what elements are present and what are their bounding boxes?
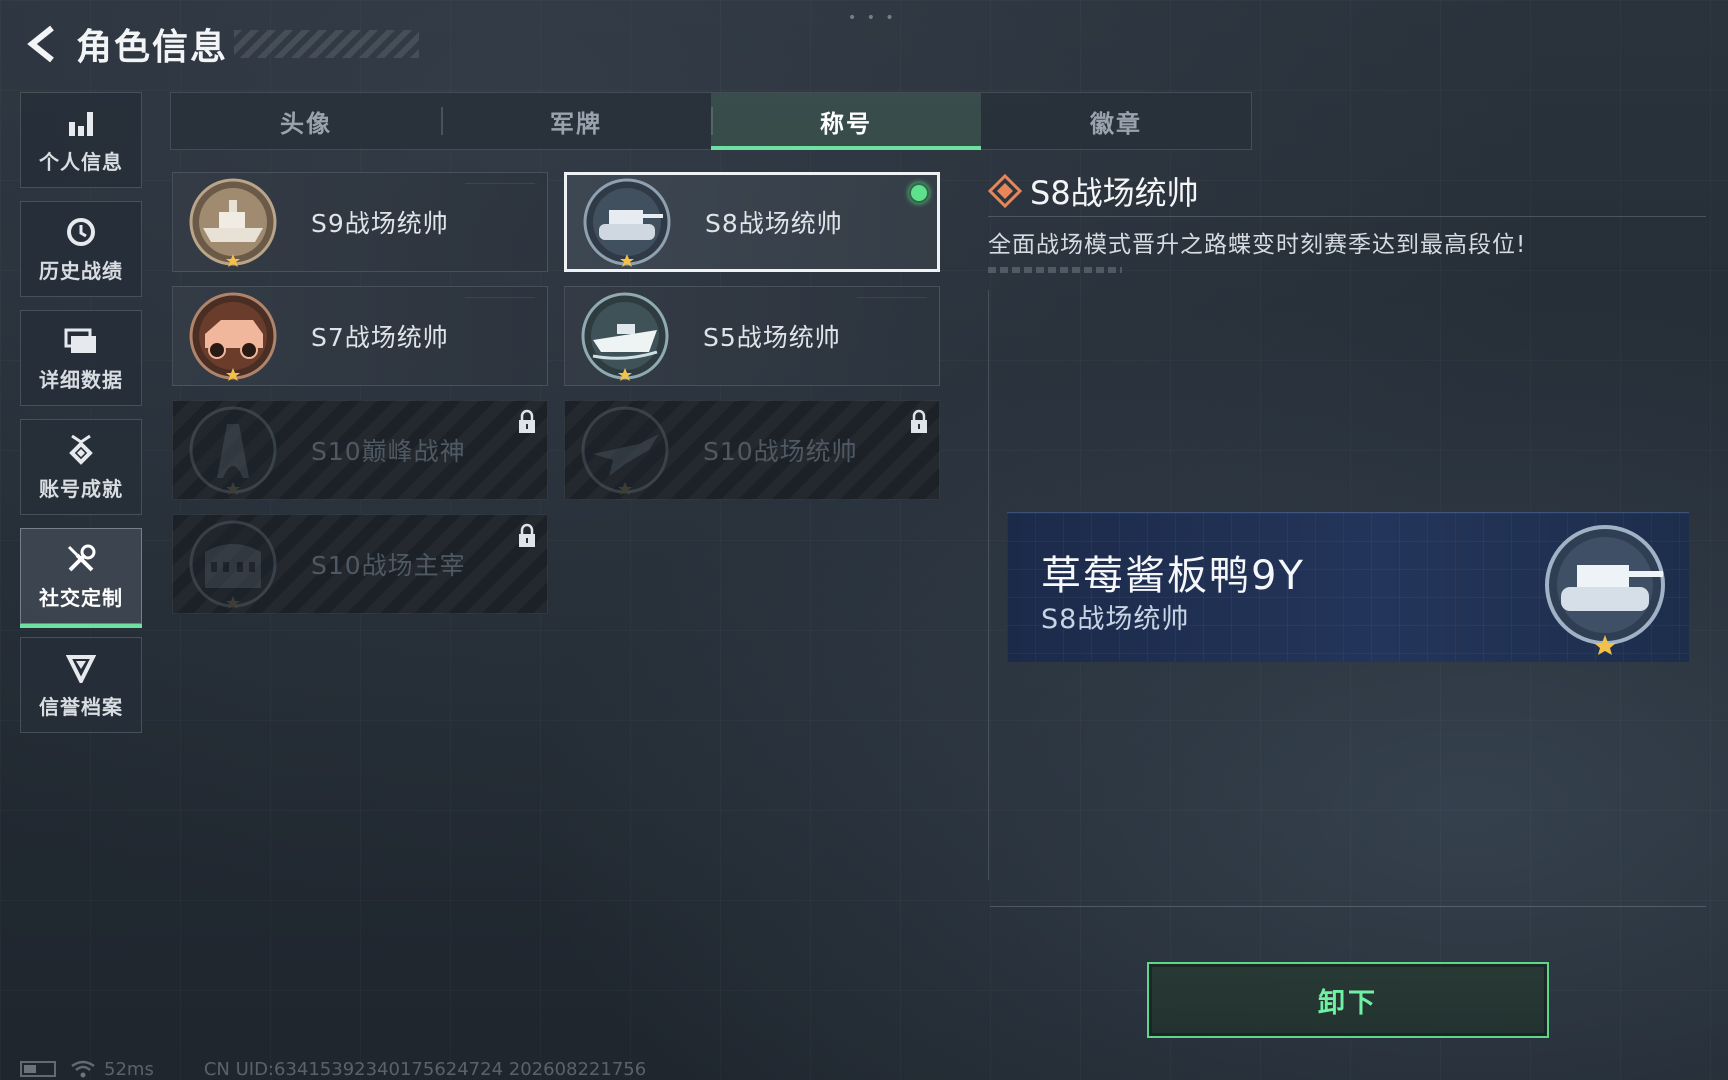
bar-chart-icon — [64, 106, 98, 140]
top-handle-dots: • • • — [848, 10, 897, 26]
sidebar: 个人信息 历史战绩 详细数据 账号成就 社交定制 信誉档案 — [20, 92, 144, 746]
title-detail-panel: S8战场统帅 全面战场模式晋升之路蝶变时刻赛季达到最高段位! — [988, 168, 1708, 273]
title-name: S7战场统帅 — [311, 323, 449, 352]
uid-text: CN UID:634153923401756247​24 20260822175… — [203, 1058, 647, 1080]
tab-title[interactable]: 称号 — [711, 93, 981, 150]
nameplate-title: S8战场统帅 — [1041, 604, 1190, 635]
lock-icon — [519, 523, 535, 547]
clock-icon — [64, 215, 98, 249]
player-name: 草莓酱板鸭9Y — [1041, 553, 1305, 599]
tank-emblem-icon — [583, 178, 671, 267]
colosseum-emblem-icon — [189, 520, 277, 609]
jet-emblem-icon — [581, 406, 669, 495]
ping-value: 52ms — [104, 1058, 154, 1080]
nameplate-preview: 草莓酱板鸭9Y S8战场统帅 — [1007, 512, 1689, 662]
bottom-divider — [990, 906, 1706, 907]
armored-car-emblem-icon — [189, 292, 277, 381]
header: 角色信息 — [20, 18, 420, 70]
unequip-label: 卸下 — [1318, 987, 1378, 1019]
title-name: S10战场统帅 — [703, 437, 858, 466]
sidebar-item-personal-info[interactable]: 个人信息 — [20, 92, 142, 188]
tab-dogtag[interactable]: 军牌 — [441, 93, 711, 149]
title-decoration — [234, 30, 420, 58]
preview-bracket — [988, 290, 1002, 880]
back-button[interactable] — [20, 22, 64, 66]
tower-emblem-icon — [189, 406, 277, 495]
sidebar-item-achievements[interactable]: 账号成就 — [20, 419, 142, 515]
equipped-indicator — [909, 183, 929, 203]
tab-avatar[interactable]: 头像 — [171, 93, 441, 149]
tools-icon — [64, 542, 98, 576]
sidebar-item-label: 详细数据 — [39, 367, 123, 392]
battery-icon — [20, 1061, 56, 1077]
lock-icon — [519, 409, 535, 433]
sidebar-item-label: 历史战绩 — [39, 258, 123, 283]
card-decoration — [465, 183, 535, 189]
unequip-button[interactable]: 卸下 — [1147, 962, 1549, 1038]
tank-emblem-icon — [1545, 525, 1665, 655]
sidebar-item-label: 个人信息 — [39, 149, 123, 174]
back-arrow-icon — [27, 25, 54, 63]
title-name: S5战场统帅 — [703, 323, 841, 352]
title-card-s10-dominator[interactable]: S10战场主宰 — [172, 514, 548, 614]
sidebar-item-social-custom[interactable]: 社交定制 — [20, 528, 142, 628]
card-decoration — [465, 297, 535, 303]
diamond-rank-icon — [988, 174, 1022, 208]
title-name: S8战场统帅 — [705, 209, 843, 238]
detail-header: S8战场统帅 — [988, 168, 1708, 214]
sidebar-item-label: 社交定制 — [39, 585, 123, 610]
sidebar-item-detailed-data[interactable]: 详细数据 — [20, 310, 142, 406]
title-card-s9[interactable]: S9战场统帅 — [172, 172, 548, 272]
title-name: S9战场统帅 — [311, 209, 449, 238]
title-card-s10-peak[interactable]: S10巅峰战神 — [172, 400, 548, 500]
speedboat-emblem-icon — [581, 292, 669, 381]
shield-badge-icon — [64, 651, 98, 685]
detail-description: 全面战场模式晋升之路蝶变时刻赛季达到最高段位! — [988, 232, 1527, 258]
tab-badge[interactable]: 徽章 — [981, 93, 1251, 149]
tab-bar: 头像 军牌 称号 徽章 — [170, 92, 1252, 150]
sidebar-item-label: 账号成就 — [39, 476, 123, 501]
status-bar: 52ms CN UID:634153923401756247​24 202608… — [20, 1058, 646, 1080]
detail-decoration — [988, 267, 1122, 273]
wifi-icon — [71, 1060, 95, 1078]
page-title: 角色信息 — [76, 27, 229, 68]
title-card-s10-commander[interactable]: S10战场统帅 — [564, 400, 940, 500]
detail-title: S8战场统帅 — [1030, 174, 1199, 212]
sidebar-item-history[interactable]: 历史战绩 — [20, 201, 142, 297]
title-card-s5[interactable]: S5战场统帅 — [564, 286, 940, 386]
folder-icon — [64, 324, 98, 358]
title-card-s7[interactable]: S7战场统帅 — [172, 286, 548, 386]
title-card-s8[interactable]: S8战场统帅 — [564, 172, 940, 272]
card-decoration — [857, 297, 927, 303]
sidebar-item-label: 信誉档案 — [39, 694, 123, 719]
title-name: S10巅峰战神 — [311, 437, 466, 466]
warship-emblem-icon — [189, 178, 277, 267]
sidebar-item-credit-record[interactable]: 信誉档案 — [20, 637, 142, 733]
lock-icon — [911, 409, 927, 433]
medal-icon — [64, 433, 98, 467]
title-name: S10战场主宰 — [311, 551, 466, 580]
detail-divider — [988, 216, 1706, 217]
